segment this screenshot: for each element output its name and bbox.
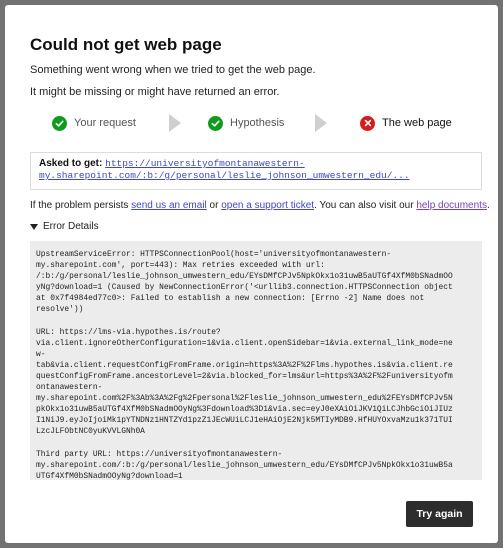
progress-steps: Your request Hypothesis The web page (25, 111, 480, 135)
x-circle-icon (360, 115, 375, 131)
step-label: Hypothesis (230, 117, 285, 129)
step-your-request: Your request (52, 111, 136, 135)
try-again-button[interactable]: Try again (406, 501, 473, 527)
step-label: Your request (74, 117, 136, 129)
dialog-title: Could not get web page (30, 35, 222, 54)
support-text: If the problem persists send us an email… (30, 200, 490, 211)
arrow-right-icon (315, 114, 327, 132)
send-email-link[interactable]: send us an email (131, 200, 207, 211)
triangle-down-icon (30, 223, 38, 230)
error-message: Something went wrong when we tried to ge… (30, 64, 316, 76)
check-circle-icon (208, 115, 223, 131)
step-hypothesis: Hypothesis (208, 111, 284, 135)
support-ticket-link[interactable]: open a support ticket (221, 200, 314, 211)
upstream-error-text: UpstreamServiceError: HTTPSConnectionPoo… (36, 250, 453, 315)
help-documents-link[interactable]: help documents (416, 200, 487, 211)
error-details-toggle[interactable]: Error Details (30, 221, 99, 232)
requested-url-box: Asked to get: https://universityofmontan… (30, 152, 482, 190)
step-the-web-page: The web page (360, 111, 452, 135)
route-url-text: URL: https://lms-via.hypothes.is/route? … (36, 327, 453, 437)
error-details-label: Error Details (43, 221, 99, 232)
error-dialog: Could not get web page Something went wr… (5, 5, 498, 543)
error-hint: It might be missing or might have return… (30, 86, 280, 98)
arrow-right-icon (169, 114, 181, 132)
asked-label: Asked to get: (39, 158, 103, 169)
check-circle-icon (52, 115, 67, 131)
third-party-url-text: Third party URL: https://universityofmon… (36, 449, 453, 481)
step-label: The web page (382, 117, 452, 129)
error-details-content: UpstreamServiceError: HTTPSConnectionPoo… (30, 241, 482, 480)
